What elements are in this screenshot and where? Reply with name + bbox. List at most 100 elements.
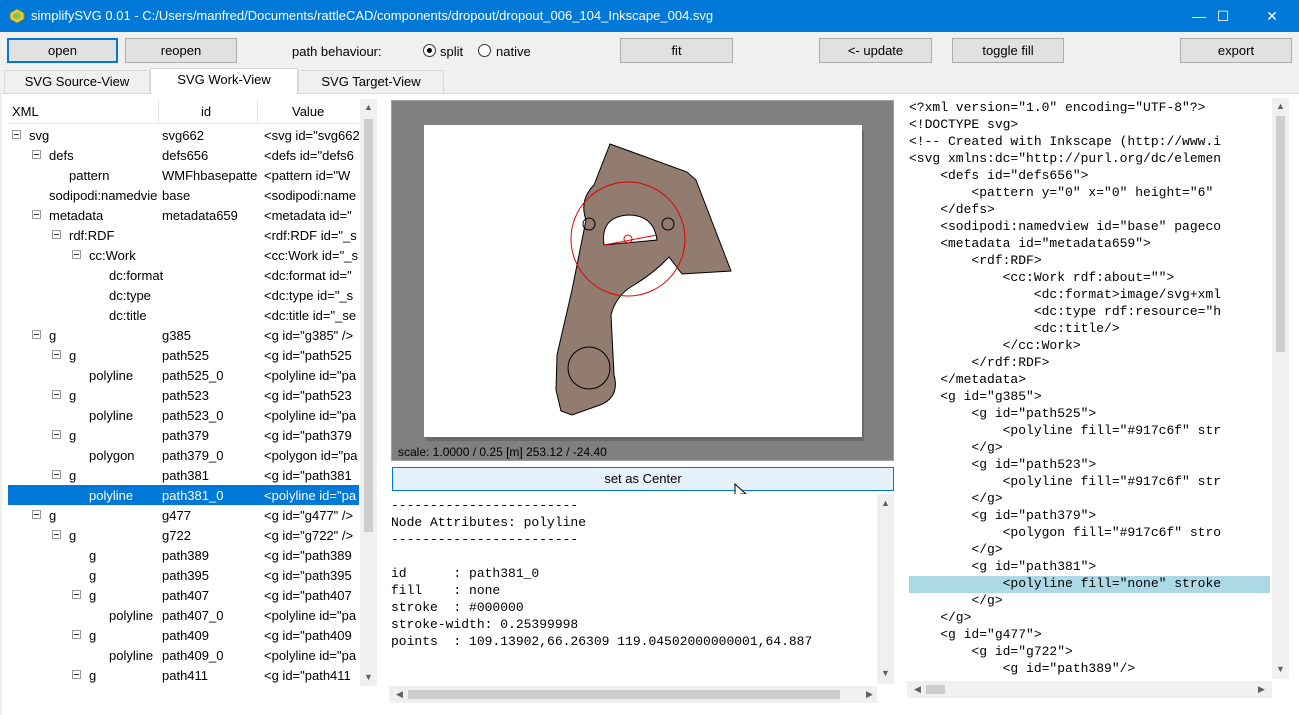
tree-row[interactable]: g path409 <g id="path409 (8, 625, 359, 645)
tree-node-value: <dc:type id="_s (264, 288, 354, 303)
xml-tree[interactable]: XML id Value svg svg662 <svg id="svg662" de… (8, 99, 359, 686)
toggle-fill-button[interactable]: toggle fill (952, 38, 1064, 63)
tree-node-name: polyline (89, 368, 134, 383)
collapse-icon[interactable] (52, 430, 61, 439)
attributes-hscrollbar[interactable]: ◀ ▶ (389, 686, 877, 703)
scroll-down-icon[interactable]: ▼ (877, 668, 894, 678)
set-as-center-button[interactable]: set as Center (392, 467, 894, 491)
fit-button[interactable]: fit (620, 38, 733, 63)
tree-row[interactable]: metadata metadata659 <metadata id=" (8, 205, 359, 225)
tree-row[interactable]: svg svg662 <svg id="svg662" (8, 125, 359, 145)
tree-row[interactable]: polyline path523_0 <polyline id="pa (8, 405, 359, 425)
code-hscrollbar[interactable]: ◀ ▶ (907, 681, 1272, 698)
tree-node-id: path407_0 (162, 608, 224, 623)
tab-target-view[interactable]: SVG Target-View (298, 70, 444, 94)
attributes-vscrollbar[interactable]: ▲ ▼ (877, 494, 894, 684)
svg-code-view[interactable]: <?xml version="1.0" encoding="UTF-8"?> <!… (907, 98, 1270, 679)
attributes-hscroll-thumb[interactable] (408, 690, 840, 699)
tree-scroll-thumb[interactable] (364, 119, 373, 532)
scroll-left-icon[interactable]: ◀ (391, 689, 408, 700)
tree-node-name: cc:Work (89, 248, 136, 263)
tree-row[interactable]: polyline path407_0 <polyline id="pa (8, 605, 359, 625)
tree-row[interactable]: g g722 <g id="g722" /> (8, 525, 359, 545)
collapse-icon[interactable] (52, 390, 61, 399)
code-vscrollbar[interactable]: ▲ ▼ (1272, 98, 1289, 679)
native-radio[interactable] (478, 44, 491, 57)
code-line: <!-- Created with Inkscape (http://www.i (909, 134, 1222, 149)
tree-row[interactable]: polyline path409_0 <polyline id="pa (8, 645, 359, 665)
tree-node-id: path379_0 (162, 448, 224, 463)
tree-row[interactable]: g path389 <g id="path389 (8, 545, 359, 565)
collapse-icon[interactable] (52, 530, 61, 539)
scroll-up-icon[interactable]: ▲ (360, 102, 377, 112)
dropout-drawing[interactable] (424, 125, 862, 437)
tree-row[interactable]: pattern WMFhbasepatte <pattern id="W (8, 165, 359, 185)
scroll-right-icon[interactable]: ▶ (1253, 684, 1270, 695)
tree-row[interactable]: rdf:RDF <rdf:RDF id="_s (8, 225, 359, 245)
collapse-icon[interactable] (52, 350, 61, 359)
collapse-icon[interactable] (72, 630, 81, 639)
scroll-right-icon[interactable]: ▶ (861, 689, 878, 700)
tree-row[interactable]: dc:type <dc:type id="_s (8, 285, 359, 305)
tree-scrollbar[interactable]: ▲ ▼ (360, 99, 377, 686)
code-vscroll-thumb[interactable] (1276, 116, 1285, 352)
export-button[interactable]: export (1180, 38, 1292, 63)
column-header-id[interactable]: id (201, 104, 211, 119)
tree-row[interactable]: dc:format <dc:format id=" (8, 265, 359, 285)
tab-work-view[interactable]: SVG Work-View (150, 68, 298, 94)
tree-row[interactable]: polyline path525_0 <polyline id="pa (8, 365, 359, 385)
scroll-up-icon[interactable]: ▲ (877, 498, 894, 508)
collapse-icon[interactable] (32, 150, 41, 159)
tree-row[interactable]: g path381 <g id="path381 (8, 465, 359, 485)
code-line: <dc:title/> (909, 321, 1120, 336)
tree-node-id: path381 (162, 468, 209, 483)
tree-node-value: <rdf:RDF id="_s (264, 228, 357, 243)
close-button[interactable]: ✕ (1249, 0, 1295, 32)
tree-row[interactable]: g path523 <g id="path523 (8, 385, 359, 405)
tree-row[interactable]: dc:title <dc:title id="_se (8, 305, 359, 325)
collapse-icon[interactable] (12, 130, 21, 139)
collapse-icon[interactable] (32, 510, 41, 519)
split-radio[interactable] (423, 44, 436, 57)
scroll-left-icon[interactable]: ◀ (909, 684, 926, 695)
svg-canvas[interactable]: scale: 1.0000 / 0.25 [m] 253.12 / -24.40 (391, 100, 894, 461)
column-header-xml[interactable]: XML (12, 104, 39, 119)
collapse-icon[interactable] (72, 250, 81, 259)
collapse-icon[interactable] (72, 590, 81, 599)
scale-readout: scale: 1.0000 / 0.25 [m] 253.12 / -24.40 (398, 445, 607, 459)
tree-row[interactable]: g path407 <g id="path407 (8, 585, 359, 605)
tree-node-value: <g id="path411 (264, 668, 351, 683)
tree-row[interactable]: g path379 <g id="path379 (8, 425, 359, 445)
path-behaviour-label: path behaviour: (292, 44, 382, 59)
reopen-button[interactable]: reopen (125, 38, 237, 63)
tree-row[interactable]: cc:Work <cc:Work id="_s (8, 245, 359, 265)
scroll-up-icon[interactable]: ▲ (1272, 101, 1289, 111)
column-header-value[interactable]: Value (292, 104, 324, 119)
tree-row[interactable]: sodipodi:namedvie base <sodipodi:name (8, 185, 359, 205)
tab-source-view[interactable]: SVG Source-View (4, 70, 150, 94)
tree-row[interactable]: g g477 <g id="g477" /> (8, 505, 359, 525)
open-button[interactable]: open (7, 38, 118, 63)
node-attributes-panel[interactable]: ------------------------ Node Attributes… (389, 494, 877, 684)
collapse-icon[interactable] (32, 210, 41, 219)
tree-row[interactable]: g path525 <g id="path525 (8, 345, 359, 365)
tree-row[interactable]: polyline path381_0 <polyline id="pa (8, 485, 359, 505)
code-hscroll-thumb[interactable] (926, 685, 945, 694)
update-button[interactable]: <- update (819, 38, 932, 63)
tree-row[interactable]: g path395 <g id="path395 (8, 565, 359, 585)
tree-row[interactable]: g g385 <g id="g385" /> (8, 325, 359, 345)
scroll-down-icon[interactable]: ▼ (1272, 664, 1289, 674)
collapse-icon[interactable] (32, 330, 41, 339)
attr-line: id : path381_0 (391, 566, 540, 581)
tree-row[interactable]: defs defs656 <defs id="defs6 (8, 145, 359, 165)
tree-node-value: <g id="path379 (264, 428, 352, 443)
collapse-icon[interactable] (52, 470, 61, 479)
tree-row[interactable]: polygon path379_0 <polygon id="pa (8, 445, 359, 465)
scroll-down-icon[interactable]: ▼ (360, 672, 377, 682)
tree-row[interactable]: g path411 <g id="path411 (8, 665, 359, 685)
maximize-button[interactable]: ☐ (1200, 0, 1246, 32)
tree-node-value: <g id="path407 (264, 588, 352, 603)
collapse-icon[interactable] (72, 670, 81, 679)
collapse-icon[interactable] (52, 230, 61, 239)
code-line: <sodipodi:namedview id="base" pageco (909, 219, 1222, 234)
